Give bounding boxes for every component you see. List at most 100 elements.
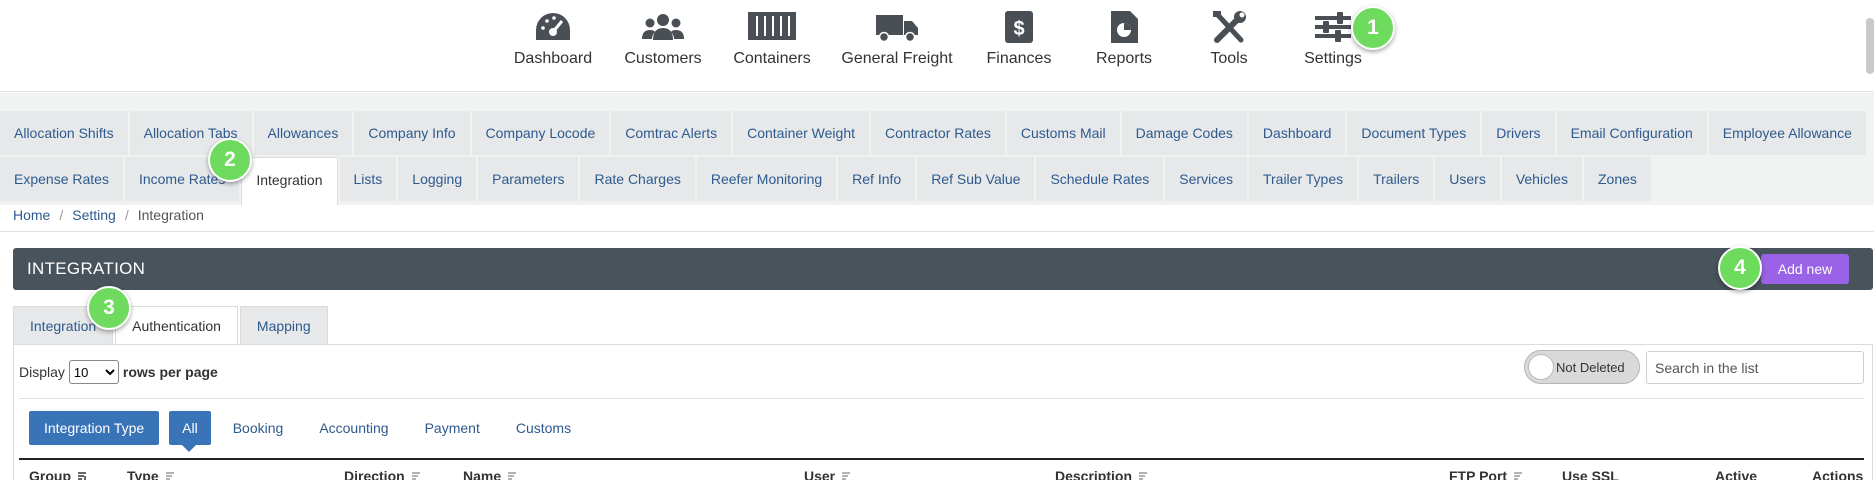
tab-trailer-types[interactable]: Trailer Types	[1248, 157, 1358, 201]
tab-customs-mail[interactable]: Customs Mail	[1006, 111, 1120, 155]
divider	[0, 231, 1874, 232]
filter-payment[interactable]: Payment	[411, 411, 494, 445]
column-header-active[interactable]: Active	[1715, 468, 1757, 480]
tab-damage-codes[interactable]: Damage Codes	[1121, 111, 1247, 155]
column-header-type[interactable]: Type	[127, 468, 175, 480]
integration-type-filter: Integration Type All Booking Accounting …	[29, 411, 585, 452]
filter-all[interactable]: All	[169, 411, 211, 452]
column-header-name[interactable]: Name	[463, 468, 517, 480]
pie-file-icon	[1111, 11, 1138, 43]
rows-per-page-label: rows per page	[122, 364, 218, 380]
breadcrumb: Home / Setting / Integration	[13, 207, 204, 223]
column-label: Description	[1055, 468, 1133, 480]
scrollbar[interactable]	[1866, 18, 1874, 74]
tab-ref-sub-value[interactable]: Ref Sub Value	[917, 157, 1035, 201]
column-header-actions: Actions	[1812, 468, 1864, 480]
column-label: User	[804, 468, 836, 480]
nav-label: General Freight	[841, 50, 953, 67]
tab-parameters[interactable]: Parameters	[478, 157, 579, 201]
filter-booking[interactable]: Booking	[219, 411, 298, 445]
nav-label: Containers	[733, 50, 811, 67]
settings-tabs-area: Allocation Shifts Allocation Tabs Allowa…	[0, 93, 1874, 205]
tab-expense-rates[interactable]: Expense Rates	[0, 157, 123, 201]
tab-drivers[interactable]: Drivers	[1482, 111, 1555, 155]
tools-icon	[1213, 11, 1246, 43]
tab-allocation-shifts[interactable]: Allocation Shifts	[0, 111, 128, 155]
tab-company-info[interactable]: Company Info	[354, 111, 470, 155]
tab-authentication[interactable]: Authentication	[115, 306, 238, 345]
column-header-direction[interactable]: Direction	[344, 468, 421, 480]
dollar-file-icon: $	[1005, 11, 1033, 43]
tab-rate-charges[interactable]: Rate Charges	[580, 157, 695, 201]
column-header-ftp-port[interactable]: FTP Port	[1449, 468, 1523, 480]
users-icon	[642, 14, 684, 40]
column-label: Direction	[344, 468, 405, 480]
top-navigation: Dashboard Customers Containers General F…	[0, 0, 1874, 92]
sort-icon	[1139, 472, 1148, 480]
tab-reefer-monitoring[interactable]: Reefer Monitoring	[696, 157, 837, 201]
sort-icon	[1514, 472, 1523, 480]
nav-containers[interactable]: Containers	[707, 10, 837, 68]
tab-mapping[interactable]: Mapping	[239, 306, 328, 344]
sort-icon	[508, 472, 517, 480]
column-label: Name	[463, 468, 502, 480]
sort-icon	[165, 472, 174, 480]
column-label: Type	[127, 468, 159, 480]
table-header-border	[19, 458, 1864, 460]
tab-services[interactable]: Services	[1165, 157, 1247, 201]
column-label: Group	[29, 468, 71, 480]
step-badge: 2	[208, 138, 252, 182]
column-header-description[interactable]: Description	[1055, 468, 1148, 480]
breadcrumb-home[interactable]: Home	[13, 207, 50, 223]
breadcrumb-current: Integration	[137, 207, 204, 223]
column-label: FTP Port	[1449, 468, 1508, 480]
rows-per-page-control: Display 10 rows per page	[19, 360, 218, 384]
filter-accounting[interactable]: Accounting	[305, 411, 402, 445]
tab-allowances[interactable]: Allowances	[253, 111, 353, 155]
breadcrumb-setting[interactable]: Setting	[72, 207, 116, 223]
tab-comtrac-alerts[interactable]: Comtrac Alerts	[611, 111, 732, 155]
panel-header: INTEGRATION Add new	[13, 248, 1873, 290]
deleted-toggle[interactable]: Not Deleted	[1524, 350, 1640, 384]
nav-general-freight[interactable]: General Freight	[832, 10, 962, 68]
tab-ref-info[interactable]: Ref Info	[838, 157, 916, 201]
tab-schedule-rates[interactable]: Schedule Rates	[1036, 157, 1164, 201]
tab-vehicles[interactable]: Vehicles	[1501, 157, 1582, 201]
step-badge: 4	[1718, 246, 1762, 290]
tab-document-types[interactable]: Document Types	[1347, 111, 1481, 155]
add-new-button[interactable]: Add new	[1761, 254, 1849, 284]
truck-icon	[876, 15, 918, 43]
toggle-label: Not Deleted	[1556, 360, 1625, 375]
rows-per-page-select[interactable]: 10	[68, 360, 119, 384]
column-header-user[interactable]: User	[804, 468, 851, 480]
gauge-icon	[536, 13, 570, 40]
divider	[19, 398, 1864, 399]
tab-integration[interactable]: Integration	[241, 157, 338, 205]
page-title: INTEGRATION	[27, 259, 146, 278]
step-badge: 3	[87, 286, 131, 330]
container-icon	[748, 12, 796, 40]
sort-icon	[842, 472, 851, 480]
svg-text:$: $	[1013, 18, 1024, 40]
tab-users[interactable]: Users	[1435, 157, 1500, 201]
integration-type-label: Integration Type	[29, 411, 160, 445]
breadcrumb-separator: /	[124, 207, 129, 223]
filter-customs[interactable]: Customs	[502, 411, 585, 445]
sort-icon	[411, 472, 420, 480]
tab-trailers[interactable]: Trailers	[1359, 157, 1434, 201]
tab-logging[interactable]: Logging	[398, 157, 477, 201]
breadcrumb-separator: /	[59, 207, 64, 223]
search-input[interactable]	[1646, 351, 1864, 384]
column-header-use-ssl[interactable]: Use SSL	[1562, 468, 1619, 480]
tab-zones[interactable]: Zones	[1583, 157, 1651, 201]
tab-contractor-rates[interactable]: Contractor Rates	[871, 111, 1005, 155]
column-header-group[interactable]: Group	[29, 468, 87, 480]
tab-lists[interactable]: Lists	[339, 157, 397, 201]
step-badge: 1	[1351, 6, 1395, 50]
tab-company-locode[interactable]: Company Locode	[471, 111, 610, 155]
tab-email-configuration[interactable]: Email Configuration	[1556, 111, 1707, 155]
tab-container-weight[interactable]: Container Weight	[733, 111, 870, 155]
tab-dashboard[interactable]: Dashboard	[1248, 111, 1346, 155]
tab-employee-allowance[interactable]: Employee Allowance	[1708, 111, 1866, 155]
nav-label: Settings	[1304, 50, 1362, 67]
